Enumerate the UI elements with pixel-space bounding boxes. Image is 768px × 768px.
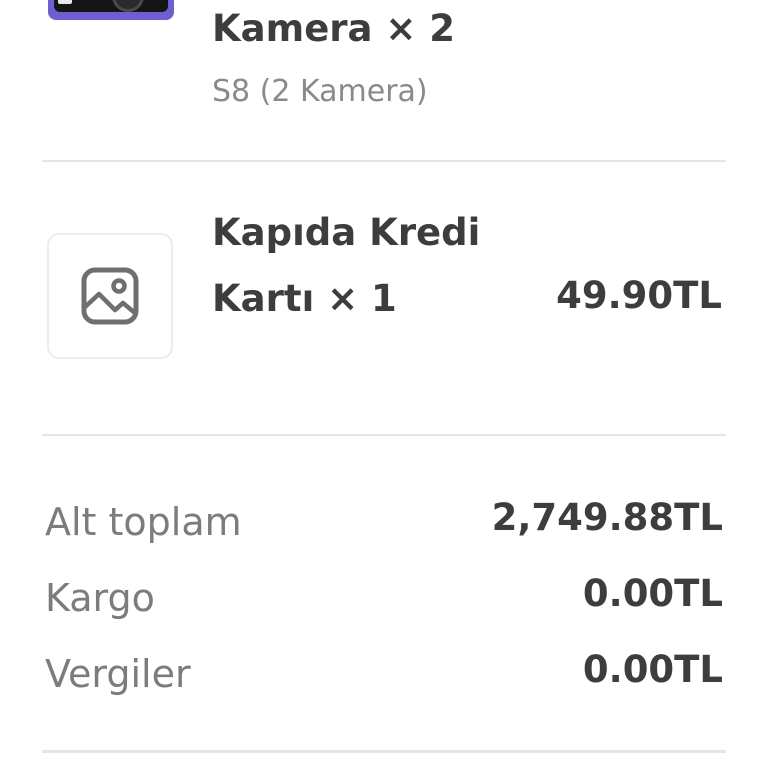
items-totals-divider bbox=[42, 434, 726, 436]
shipping-value: 0.00TL bbox=[582, 572, 723, 615]
shipping-label: Kargo bbox=[45, 576, 155, 620]
taxes-value: 0.00TL bbox=[582, 648, 723, 691]
item-name-camera: Kamera × 2 bbox=[212, 7, 456, 50]
product-thumbnail-placeholder bbox=[47, 233, 173, 359]
item-divider bbox=[42, 160, 726, 162]
taxes-row: Vergiler 0.00TL bbox=[45, 648, 723, 702]
item-name-cod-card: Kapıda Kredi Kartı × 1 bbox=[212, 200, 480, 332]
subtotal-value: 2,749.88TL bbox=[491, 496, 723, 539]
subtotal-row: Alt toplam 2,749.88TL bbox=[45, 496, 723, 550]
item-name-line1: Kapıda Kredi bbox=[212, 211, 481, 254]
totals-bottom-divider bbox=[42, 750, 726, 753]
item-price: 49.90TL bbox=[556, 274, 722, 317]
order-summary: Kamera × 2 S8 (2 Kamera) Kapıda Kredi Ka… bbox=[0, 0, 768, 768]
taxes-label: Vergiler bbox=[45, 652, 191, 696]
subtotal-label: Alt toplam bbox=[45, 500, 242, 544]
camera-label-shape bbox=[58, 0, 72, 4]
shipping-row: Kargo 0.00TL bbox=[45, 572, 723, 626]
item-variant: S8 (2 Kamera) bbox=[212, 74, 428, 109]
camera-product-thumbnail bbox=[48, 0, 174, 20]
item-name-line2: Kartı × 1 bbox=[212, 277, 397, 320]
image-placeholder-icon bbox=[81, 267, 139, 325]
